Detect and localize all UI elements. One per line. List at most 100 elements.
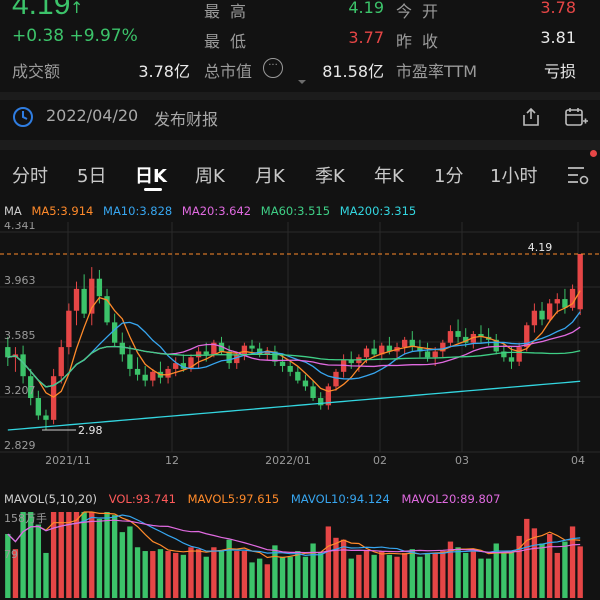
volume-bar bbox=[417, 556, 423, 598]
volume-bar bbox=[195, 549, 202, 598]
ma60-label: MA60:3.515 bbox=[260, 204, 331, 218]
tab-daily-k[interactable]: 日K bbox=[135, 162, 167, 188]
volume-bar bbox=[127, 526, 133, 598]
volume-bar bbox=[310, 543, 316, 598]
prev-close-label: 昨收 bbox=[396, 32, 449, 51]
volume-bar bbox=[58, 512, 64, 598]
volume-bar bbox=[249, 562, 255, 598]
tab-yearly-k[interactable]: 年K bbox=[374, 162, 404, 188]
volume-bar bbox=[211, 547, 217, 598]
share-icon[interactable] bbox=[520, 106, 542, 128]
volume-mid-label: 79 bbox=[4, 548, 18, 561]
volume-bar bbox=[295, 551, 301, 598]
candle-body bbox=[295, 371, 301, 381]
tab-quarterly-k[interactable]: 季K bbox=[315, 162, 345, 188]
earnings-report-row[interactable]: 2022/04/20 发布财报 bbox=[0, 100, 600, 136]
min-price-label: 2.98 bbox=[78, 424, 103, 437]
candle-body bbox=[241, 345, 248, 355]
volume-bar bbox=[386, 554, 393, 598]
candle-body bbox=[577, 253, 583, 310]
candle-body bbox=[363, 348, 370, 358]
add-calendar-icon[interactable] bbox=[564, 106, 588, 128]
ma200-label: MA200:3.315 bbox=[339, 204, 417, 218]
volume-bar bbox=[356, 554, 362, 598]
candle-body bbox=[279, 361, 286, 367]
volume-bar bbox=[5, 534, 11, 598]
candle-body bbox=[5, 347, 11, 358]
volume-bar bbox=[577, 546, 583, 598]
volume-bar bbox=[539, 543, 545, 598]
candle-body bbox=[371, 348, 377, 355]
ma10-label: MA10:3.828 bbox=[103, 204, 173, 218]
ma20-line bbox=[7, 326, 581, 388]
tab-5day[interactable]: 5日 bbox=[77, 162, 106, 188]
candle-body bbox=[310, 386, 316, 399]
divider bbox=[0, 92, 600, 100]
volume-bar bbox=[524, 518, 530, 598]
x-tick-label: 2021/11 bbox=[45, 454, 91, 467]
last-price: 4.19 bbox=[12, 0, 71, 21]
volume-bar bbox=[96, 518, 103, 598]
low-value: 3.77 bbox=[348, 28, 384, 47]
up-arrow-icon: ↑ bbox=[70, 0, 84, 17]
volume-bar bbox=[478, 558, 484, 598]
candle-body bbox=[150, 371, 156, 381]
y-tick-label: 3.207 bbox=[4, 384, 36, 397]
prev-close-value: 3.81 bbox=[540, 28, 576, 47]
tab-intraday[interactable]: 分时 bbox=[12, 162, 48, 188]
active-tab-indicator bbox=[144, 188, 162, 191]
volume-bar bbox=[485, 558, 492, 598]
volume-bar bbox=[165, 551, 171, 598]
volume-bar bbox=[340, 539, 347, 598]
volume-bar bbox=[111, 515, 118, 598]
axis-labels: 4.341 3.963 3.585 3.207 2.829 2021/11 12 2022/0… bbox=[0, 222, 600, 467]
volume-bar bbox=[119, 532, 125, 598]
candle-body bbox=[424, 351, 431, 358]
candle-body bbox=[554, 299, 560, 304]
volume-bar bbox=[81, 512, 87, 598]
volume-bar bbox=[333, 537, 339, 598]
price-change: +0.38 +9.97% bbox=[12, 26, 138, 46]
low-label: 最低 bbox=[204, 32, 257, 51]
volume-bar bbox=[348, 558, 354, 598]
candle-body bbox=[195, 351, 202, 358]
volume-bar bbox=[424, 552, 431, 598]
more-info-icon[interactable]: ··· bbox=[263, 58, 283, 78]
candle-body bbox=[119, 342, 125, 355]
volume-bar bbox=[35, 524, 42, 598]
tab-monthly-k[interactable]: 月K bbox=[255, 162, 285, 188]
volume-legend: MAVOL(5,10,20) VOL:93.741 MAVOL5:97.615 … bbox=[4, 492, 508, 506]
candle-body bbox=[249, 345, 255, 349]
volume-bar bbox=[546, 534, 553, 598]
volume-bar bbox=[188, 547, 194, 598]
candle-body bbox=[455, 331, 461, 337]
volume-bar bbox=[73, 512, 80, 598]
volume-bar bbox=[241, 551, 248, 598]
volume-legend-title: MAVOL(5,10,20) bbox=[4, 492, 98, 506]
turnover-label: 成交额 bbox=[12, 62, 61, 81]
open-label: 今开 bbox=[396, 2, 449, 21]
report-label: 发布财报 bbox=[154, 110, 219, 129]
candle-body bbox=[531, 310, 538, 326]
volume-bar bbox=[569, 526, 576, 598]
tab-1hour[interactable]: 1小时 bbox=[490, 162, 537, 188]
y-tick-label: 2.829 bbox=[4, 439, 36, 452]
candle-body bbox=[318, 398, 324, 406]
report-date: 2022/04/20 bbox=[46, 106, 139, 125]
volume-chart[interactable]: 158万手 79 bbox=[0, 508, 600, 600]
volume-bar bbox=[180, 554, 187, 598]
volume-bar bbox=[379, 551, 385, 598]
x-tick-label: 02 bbox=[373, 454, 387, 467]
candle-body bbox=[348, 360, 354, 364]
ma200-line bbox=[7, 380, 581, 431]
candle-body bbox=[508, 357, 515, 362]
tab-1min[interactable]: 1分 bbox=[434, 162, 463, 188]
chart-grid bbox=[0, 222, 600, 453]
candle-body bbox=[302, 380, 309, 387]
volume-bar bbox=[440, 551, 446, 598]
candle-body bbox=[96, 278, 103, 297]
candle-body bbox=[58, 347, 64, 377]
chart-settings-icon[interactable] bbox=[566, 164, 590, 186]
tab-weekly-k[interactable]: 周K bbox=[195, 162, 225, 188]
candlestick-chart[interactable]: 4.341 3.963 3.585 3.207 2.829 2021/11 12 2022/0… bbox=[0, 222, 600, 490]
